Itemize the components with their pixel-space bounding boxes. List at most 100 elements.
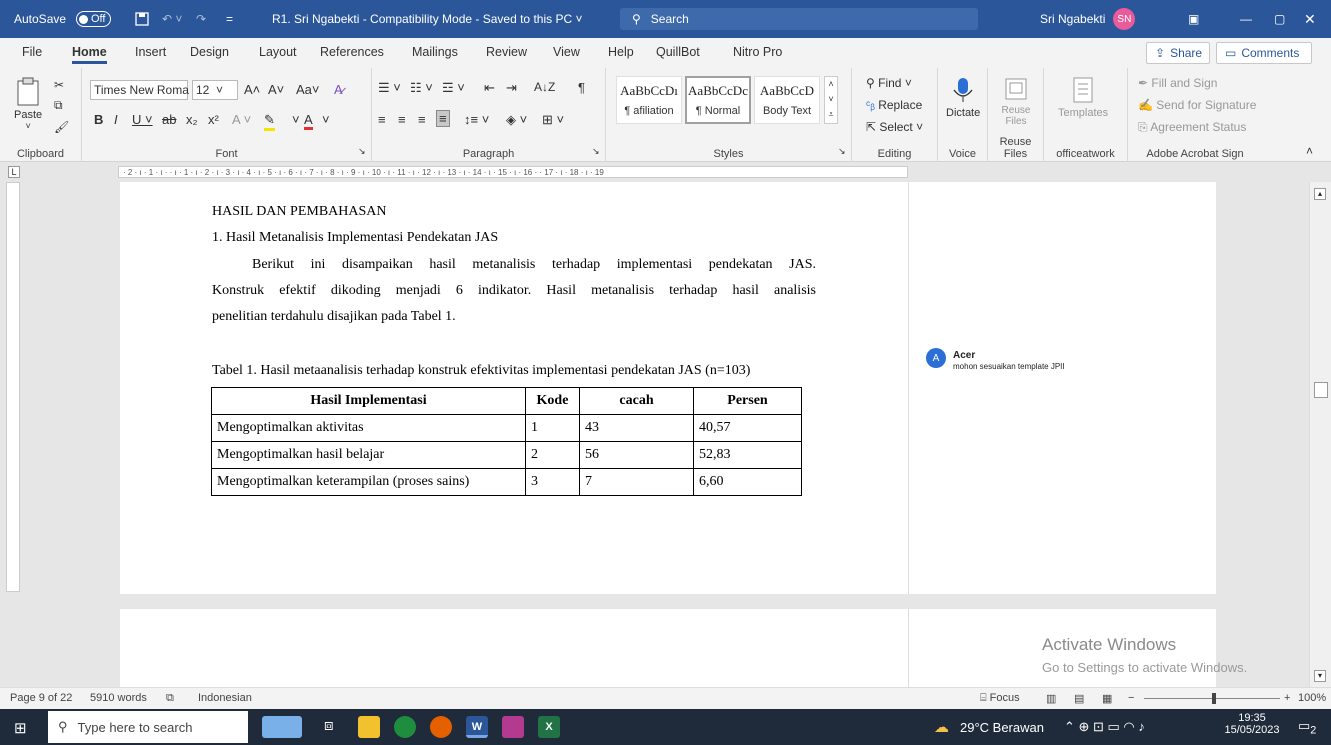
zoom-out-icon[interactable]: − — [1128, 692, 1134, 704]
paste-button[interactable]: Paste ˅ — [14, 76, 42, 131]
tab-layout[interactable]: Layout — [259, 45, 297, 59]
weather-text[interactable]: 29°C Berawan — [960, 720, 1044, 735]
taskbar-search[interactable]: ⚲ Type here to search — [48, 711, 248, 743]
font-color-dropdown-icon[interactable]: ˅ — [322, 112, 330, 127]
share-button[interactable]: ⇪ Share — [1146, 42, 1210, 64]
align-center-icon[interactable]: ≡ — [398, 112, 406, 127]
table-cell[interactable]: 52,83 — [693, 441, 802, 469]
page-count[interactable]: Page 9 of 22 — [10, 692, 72, 704]
scroll-down-icon[interactable]: ▾ — [1314, 670, 1326, 682]
style-normal[interactable]: AaBbCcDc ¶ Normal — [685, 76, 751, 124]
autosave-toggle[interactable]: Off — [70, 0, 112, 38]
table-cell[interactable]: Mengoptimalkan keterampilan (proses sain… — [211, 468, 526, 496]
collapse-ribbon-icon[interactable]: ˄ — [1306, 144, 1313, 158]
zoom-slider-thumb[interactable] — [1212, 693, 1216, 704]
change-case-icon[interactable]: Aa˅ — [296, 82, 320, 97]
comment-text[interactable]: mohon sesuaikan template JPII — [953, 362, 1065, 371]
close-icon[interactable]: ✕ — [1304, 0, 1316, 38]
excel-icon[interactable]: X — [538, 716, 560, 738]
notification-center-icon[interactable]: ▭2 — [1298, 718, 1316, 737]
news-widget-icon[interactable] — [262, 716, 302, 738]
tab-file[interactable]: File — [22, 45, 42, 59]
reuse-files-button[interactable]: Reuse Files — [1000, 76, 1032, 127]
numbering-icon[interactable]: ☷ ˅ — [410, 80, 433, 96]
replace-button[interactable]: ᶜᵦ Replace — [866, 98, 922, 112]
show-marks-icon[interactable]: ¶ — [578, 80, 585, 95]
highlight-dropdown-icon[interactable]: ˅ — [292, 112, 300, 127]
next-page[interactable] — [120, 609, 908, 687]
subscript-icon[interactable]: x₂ — [186, 112, 198, 127]
scroll-up-icon[interactable]: ▴ — [1314, 188, 1326, 200]
agreement-status-button[interactable]: ⎘ Agreement Status — [1138, 120, 1246, 135]
shrink-font-icon[interactable]: A˅ — [268, 82, 284, 97]
table-cell[interactable]: 56 — [579, 441, 694, 469]
tab-mailings[interactable]: Mailings — [412, 45, 458, 59]
task-view-icon[interactable]: ⧈ — [324, 717, 334, 734]
system-tray-icons[interactable]: ⌃ ⊕ ⊡ ▭ ◠ ♪ — [1064, 719, 1145, 735]
tab-home[interactable]: Home — [72, 45, 107, 64]
strikethrough-icon[interactable]: ab — [162, 112, 176, 127]
vertical-scrollbar[interactable]: ▴ ▾ — [1309, 182, 1331, 687]
redo-icon[interactable]: ↷ — [196, 0, 206, 38]
restore-icon[interactable]: ▢ — [1274, 0, 1285, 38]
table-cell[interactable]: 6,60 — [693, 468, 802, 496]
bold-icon[interactable]: B — [94, 112, 103, 127]
table-cell[interactable]: Mengoptimalkan hasil belajar — [211, 441, 526, 469]
horizontal-ruler[interactable]: L · 2 · ı · 1 · ı · · ı · 1 · ı · 2 · ı … — [0, 162, 1331, 182]
table-cell[interactable]: 2 — [525, 441, 580, 469]
tab-selector-icon[interactable]: L — [8, 166, 20, 178]
web-layout-icon[interactable]: ▦ — [1102, 692, 1112, 705]
text-effects-icon[interactable]: A ˅ — [232, 112, 251, 127]
proofing-icon[interactable]: ⧉ — [166, 692, 174, 705]
table-cell[interactable]: Mengoptimalkan aktivitas — [211, 414, 526, 442]
tab-view[interactable]: View — [553, 45, 580, 59]
fill-and-sign-button[interactable]: ✒ Fill and Sign — [1138, 76, 1217, 90]
style-body-text[interactable]: AaBbCcD Body Text — [754, 76, 820, 124]
language[interactable]: Indonesian — [198, 692, 252, 704]
find-button[interactable]: ⚲ Find ˅ — [866, 76, 912, 90]
tab-nitro-pro[interactable]: Nitro Pro — [733, 45, 782, 59]
line-spacing-icon[interactable]: ↕≡ ˅ — [464, 112, 489, 127]
windows-start-icon[interactable]: ⊞ — [14, 719, 27, 737]
dictate-button[interactable]: Dictate — [946, 76, 980, 119]
templates-button[interactable]: Templates — [1058, 76, 1108, 119]
minimize-icon[interactable]: — — [1240, 0, 1252, 38]
print-layout-icon[interactable]: ▤ — [1074, 692, 1084, 705]
document-title[interactable]: R1. Sri Ngabekti - Compatibility Mode - … — [272, 0, 582, 38]
decrease-indent-icon[interactable]: ⇤ — [484, 80, 495, 96]
align-left-icon[interactable]: ≡ — [378, 112, 386, 127]
save-icon[interactable] — [135, 0, 149, 38]
table-cell[interactable]: 40,57 — [693, 414, 802, 442]
read-mode-icon[interactable]: ▥ — [1046, 692, 1056, 705]
table-cell[interactable]: 7 — [579, 468, 694, 496]
styles-scroll[interactable]: ˄ ˅ ⩡ — [824, 76, 838, 124]
justify-icon[interactable]: ≡ — [436, 110, 450, 127]
tab-help[interactable]: Help — [608, 45, 634, 59]
winrar-icon[interactable] — [502, 716, 524, 738]
tab-review[interactable]: Review — [486, 45, 527, 59]
borders-icon[interactable]: ⊞ ˅ — [542, 112, 564, 128]
title-search-box[interactable]: ⚲ Search — [620, 8, 978, 30]
comments-button[interactable]: ▭ Comments — [1216, 42, 1312, 64]
clock[interactable]: 19:35 15/05/2023 — [1222, 712, 1282, 736]
word-count[interactable]: 5910 words — [90, 692, 147, 704]
send-for-signature-button[interactable]: ✍ Send for Signature — [1138, 98, 1256, 112]
zoom-in-icon[interactable]: + — [1284, 692, 1290, 704]
clear-formatting-icon[interactable]: A̷ — [334, 82, 343, 97]
scroll-thumb[interactable] — [1314, 382, 1328, 398]
chrome-icon[interactable] — [394, 716, 416, 738]
comment-author[interactable]: Acer — [953, 350, 975, 361]
tab-design[interactable]: Design — [190, 45, 229, 59]
multilevel-list-icon[interactable]: ☲ ˅ — [442, 80, 465, 96]
word-icon[interactable]: W — [466, 716, 488, 738]
user-account[interactable]: Sri Ngabekti SN — [1040, 0, 1136, 38]
select-button[interactable]: ⇱ Select ˅ — [866, 120, 923, 134]
format-painter-icon[interactable]: 🖌 — [54, 120, 69, 134]
vertical-ruler[interactable] — [6, 182, 20, 592]
shading-icon[interactable]: ◈ ˅ — [506, 112, 527, 128]
grow-font-icon[interactable]: A˄ — [244, 82, 260, 97]
cut-icon[interactable]: ✂ — [54, 78, 64, 92]
superscript-icon[interactable]: x² — [208, 112, 219, 127]
italic-icon[interactable]: I — [114, 112, 118, 127]
ribbon-display-icon[interactable]: ▣ — [1188, 0, 1199, 38]
